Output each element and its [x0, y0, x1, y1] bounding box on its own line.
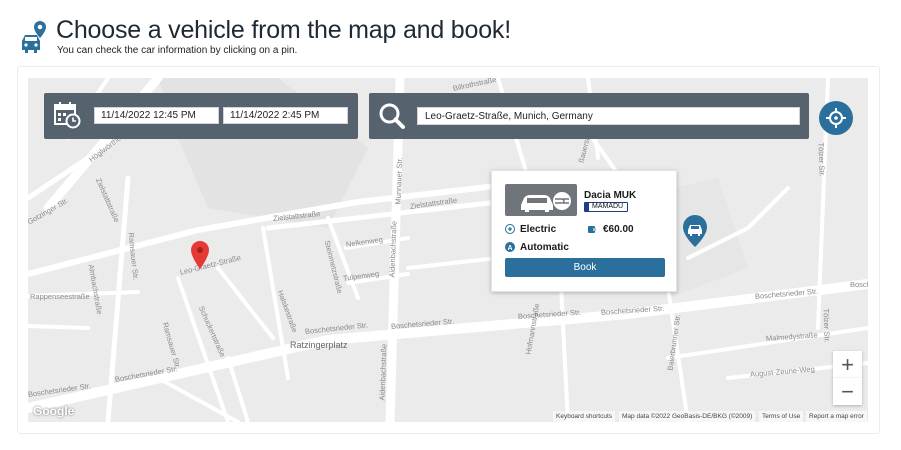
- svg-text:A: A: [507, 245, 512, 252]
- car-silhouette-icon: [521, 192, 571, 212]
- price: €60.00: [603, 224, 634, 235]
- datetime-panel: 11/14/2022 12:45 PM 11/14/2022 2:45 PM: [44, 93, 358, 139]
- search-icon[interactable]: [378, 102, 406, 130]
- map-data-attribution: Map data ©2022 GeoBasis-DE/BKG (©2009): [619, 411, 756, 422]
- page-subtitle: You can check the car information by cli…: [57, 45, 298, 56]
- terms-of-use-link[interactable]: Terms of Use: [759, 411, 804, 422]
- electric-plug-icon: [505, 224, 515, 234]
- crosshair-icon: [826, 108, 846, 128]
- street-label: Rappenseestraße: [30, 292, 90, 301]
- location-marker-icon[interactable]: [191, 241, 209, 269]
- plate-text: MAMADU: [592, 203, 624, 210]
- street-label: Ratzingerplatz: [290, 340, 348, 350]
- locate-me-button[interactable]: [819, 101, 853, 135]
- book-button[interactable]: Book: [505, 258, 665, 277]
- google-logo: Google: [33, 404, 75, 418]
- street-label: Tölzer Str.: [816, 142, 827, 177]
- page-title: Choose a vehicle from the map and book!: [56, 16, 511, 44]
- location-input[interactable]: Leo-Graetz-Straße, Munich, Germany: [417, 107, 800, 125]
- end-datetime-input[interactable]: 11/14/2022 2:45 PM: [223, 107, 348, 124]
- car-location-pin-icon: [22, 21, 46, 53]
- start-datetime-input[interactable]: 11/14/2022 12:45 PM: [94, 107, 219, 124]
- zoom-out-button[interactable]: −: [833, 378, 862, 405]
- vehicle-popup: Dacia MUK MAMADU Electric €60.00 A Autom…: [491, 170, 677, 292]
- location-panel: Leo-Graetz-Straße, Munich, Germany: [369, 93, 809, 139]
- zoom-in-button[interactable]: +: [833, 351, 862, 378]
- vehicle-name: Dacia MUK: [584, 190, 637, 201]
- license-plate: MAMADU: [584, 202, 629, 212]
- fuel-type: Electric: [520, 224, 557, 235]
- map-view[interactable]: Billrothstraße Ratzingerplatz Zielstatts…: [28, 78, 868, 422]
- wallet-icon: [588, 226, 596, 233]
- car-image: [505, 184, 577, 216]
- street-label: Bosche: [850, 280, 868, 289]
- street-label: Munnauer Str.: [393, 157, 405, 205]
- transmission-type: Automatic: [520, 242, 569, 253]
- street-label: Tölzer Str.: [821, 308, 832, 343]
- vehicle-pin-icon[interactable]: [683, 215, 707, 247]
- eu-flag-icon: [585, 203, 589, 211]
- report-map-error-link[interactable]: Report a map error: [806, 411, 867, 422]
- keyboard-shortcuts-link[interactable]: Keyboard shortcuts: [553, 411, 616, 422]
- automatic-transmission-icon: A: [505, 242, 515, 252]
- calendar-clock-icon: [54, 102, 81, 129]
